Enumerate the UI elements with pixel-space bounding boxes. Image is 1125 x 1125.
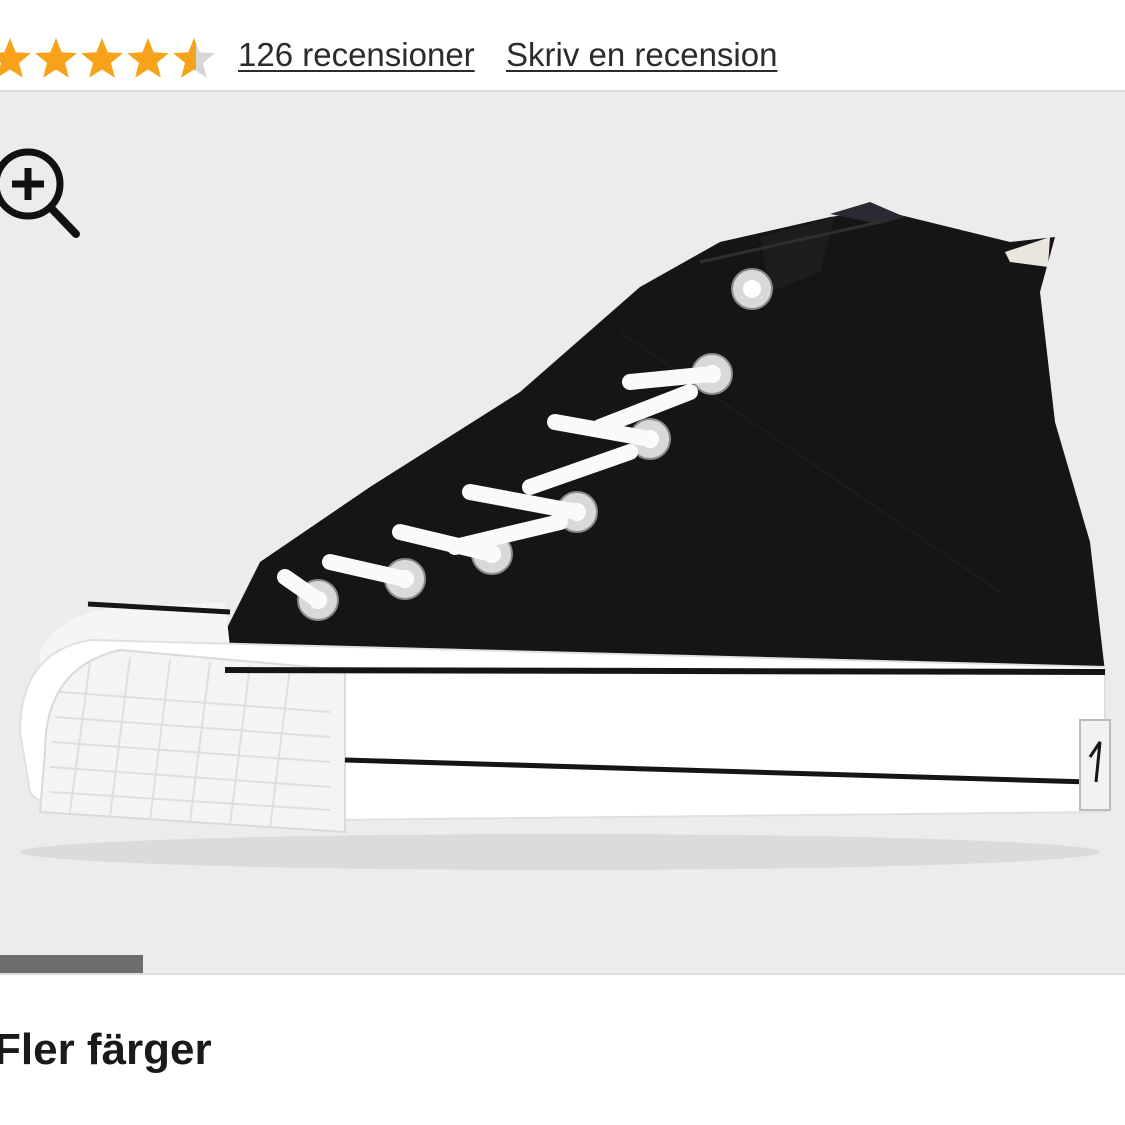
star-icon (127, 38, 169, 78)
reviews-count-link[interactable]: 126 recensioner (238, 36, 475, 74)
star-icon (35, 38, 77, 78)
star-icon (0, 38, 31, 78)
product-page: 126 recensioner Skriv en recension Fler … (0, 0, 1125, 1125)
more-colors-heading: Fler färger (0, 1025, 212, 1074)
product-image (18, 202, 1111, 870)
zoom-in-icon[interactable] (0, 132, 90, 242)
gallery-progress-fill (0, 955, 143, 973)
write-review-link[interactable]: Skriv en recension (506, 36, 777, 74)
rating-row: 126 recensioner Skriv en recension (0, 30, 1125, 86)
star-rating[interactable] (0, 36, 218, 82)
gallery-progress-track (0, 955, 1125, 973)
product-image-gallery[interactable] (0, 90, 1125, 975)
star-icon (173, 38, 215, 78)
star-icon (81, 38, 123, 78)
